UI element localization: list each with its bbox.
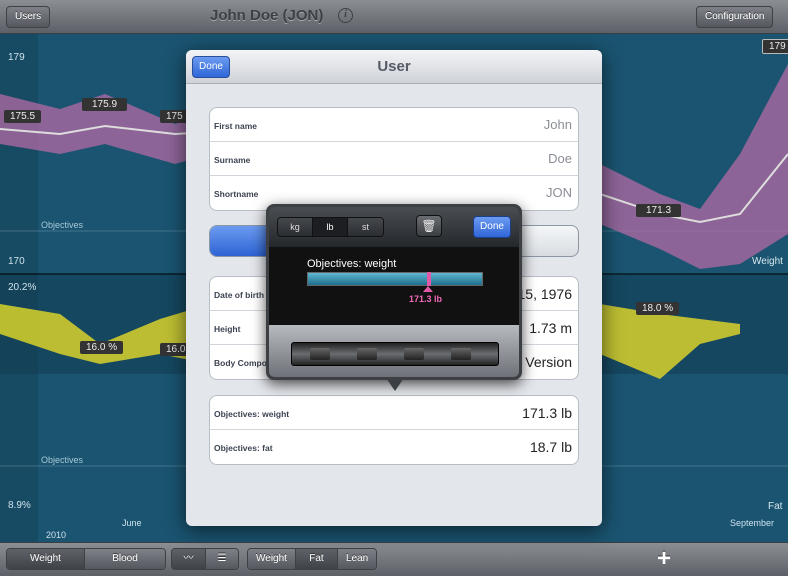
y-label: 170 bbox=[8, 256, 25, 267]
popover-done-button[interactable]: Done bbox=[473, 216, 511, 238]
popover-value: 171.3 lb bbox=[409, 294, 443, 304]
popover-label: Objectives: weight bbox=[307, 258, 397, 270]
mode-segmented-control: Weight Fat Lean bbox=[247, 548, 378, 570]
row-label: Shortname bbox=[214, 189, 259, 199]
row-label: Objectives: fat bbox=[214, 443, 273, 453]
info-icon[interactable]: i bbox=[338, 8, 353, 23]
row-label: Date of birth bbox=[214, 290, 265, 300]
weight-series-label: Weight bbox=[752, 256, 783, 267]
name-group: First name John Surname Doe Shortname JO… bbox=[209, 107, 579, 211]
y-label: 179 bbox=[8, 52, 25, 63]
row-value: Version bbox=[525, 354, 572, 370]
first-name-row[interactable]: First name John bbox=[210, 108, 578, 142]
row-value: 171.3 lb bbox=[522, 405, 572, 421]
view-weight-button[interactable]: Weight bbox=[7, 549, 85, 569]
y-label: 20.2% bbox=[8, 282, 37, 293]
fat-point-label: 18.0 % bbox=[636, 302, 680, 315]
users-button[interactable]: Users bbox=[6, 6, 51, 28]
y-label: 8.9% bbox=[8, 500, 31, 511]
wheel-notch bbox=[451, 348, 471, 360]
page-title: John Doe (JON) bbox=[210, 7, 324, 24]
unit-kg-button[interactable]: kg bbox=[278, 218, 313, 236]
slider-caret-icon bbox=[423, 286, 433, 292]
surname-row[interactable]: Surname Doe bbox=[210, 142, 578, 176]
view-segmented-control: Weight Blood pressure bbox=[6, 548, 166, 570]
list-icon[interactable]: ☰ bbox=[206, 549, 238, 569]
popover-toolbar: kg lb st 🗑 Done bbox=[269, 207, 519, 247]
month-label: September bbox=[730, 518, 775, 528]
month-label: June bbox=[122, 518, 142, 528]
weight-slider-track[interactable] bbox=[307, 272, 483, 286]
row-label: Height bbox=[214, 324, 241, 334]
unit-segmented-control: kg lb st bbox=[277, 217, 384, 237]
wheel-notch bbox=[357, 348, 377, 360]
picker-wheel[interactable] bbox=[291, 342, 499, 366]
objectives-weight-row[interactable]: Objectives: weight 171.3 lb bbox=[210, 396, 578, 430]
color-selector-fill bbox=[210, 226, 270, 256]
graph-style-control: 〰 ☰ bbox=[171, 548, 239, 570]
modal-done-button[interactable]: Done bbox=[192, 56, 230, 78]
add-button[interactable]: + bbox=[657, 545, 671, 573]
top-toolbar: Users John Doe (JON) i Configuration bbox=[0, 0, 788, 34]
configuration-button[interactable]: Configuration bbox=[696, 6, 774, 28]
weight-point-label: 175 bbox=[160, 110, 189, 123]
wheel-notch bbox=[310, 348, 330, 360]
trash-icon[interactable]: 🗑 bbox=[416, 215, 442, 237]
wheel-notch bbox=[404, 348, 424, 360]
view-blood-pressure-button[interactable]: Blood pressure bbox=[85, 549, 165, 569]
row-label: Surname bbox=[214, 155, 251, 165]
weight-point-label: 175.9 bbox=[82, 98, 128, 111]
row-value: John bbox=[543, 117, 572, 132]
fat-series-label: Fat bbox=[768, 501, 783, 512]
popover-pointer bbox=[386, 378, 404, 391]
mode-fat-button[interactable]: Fat bbox=[295, 549, 338, 569]
objectives-label: Objectives bbox=[41, 455, 84, 465]
unit-st-button[interactable]: st bbox=[348, 218, 383, 236]
weight-point-label: 175.5 bbox=[4, 110, 42, 123]
weight-slider-marker[interactable] bbox=[427, 272, 431, 286]
row-value: JON bbox=[546, 185, 572, 200]
row-label: First name bbox=[214, 121, 257, 131]
row-label: Body Compo bbox=[214, 358, 267, 368]
curve-icon[interactable]: 〰 bbox=[172, 549, 206, 569]
modal-title: User bbox=[377, 58, 411, 75]
row-value: Doe bbox=[548, 151, 572, 166]
weight-point-label: 179 bbox=[762, 39, 788, 54]
row-value: 15, 1976 bbox=[517, 286, 573, 302]
row-label: Objectives: weight bbox=[214, 409, 290, 419]
objectives-label: Objectives bbox=[41, 220, 84, 230]
objectives-fat-row[interactable]: Objectives: fat 18.7 lb bbox=[210, 430, 578, 464]
weight-point-label: 171.3 bbox=[636, 204, 682, 217]
weight-objective-popover: kg lb st 🗑 Done Objectives: weight 171.3… bbox=[266, 204, 522, 380]
row-value: 1.73 m bbox=[529, 320, 572, 336]
year-label: 2010 bbox=[46, 530, 67, 540]
row-value: 18.7 lb bbox=[529, 439, 572, 455]
fat-point-label: 16.0 % bbox=[80, 341, 124, 354]
modal-header: User Done bbox=[186, 50, 602, 84]
mode-weight-button[interactable]: Weight bbox=[248, 549, 296, 569]
objectives-group: Objectives: weight 171.3 lb Objectives: … bbox=[209, 395, 579, 465]
unit-lb-button[interactable]: lb bbox=[313, 218, 348, 236]
mode-lean-button[interactable]: Lean bbox=[337, 549, 377, 569]
